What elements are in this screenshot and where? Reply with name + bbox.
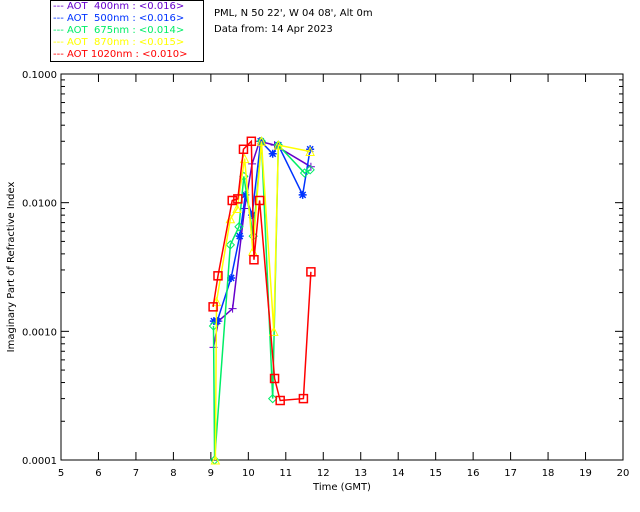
x-tick-label: 14 xyxy=(392,468,405,479)
x-tick-label: 16 xyxy=(467,468,480,479)
legend-entry: --- AOT 1020nm : <0.010> xyxy=(53,49,188,60)
series-line xyxy=(212,141,311,461)
x-tick-label: 20 xyxy=(617,468,630,479)
x-tick-label: 6 xyxy=(95,468,101,479)
legend-entry: --- AOT 675nm : <0.014> xyxy=(53,25,185,36)
x-tick-label: 9 xyxy=(208,468,214,479)
y-tick-label: 0.1000 xyxy=(22,70,57,81)
legend-entry: --- AOT 500nm : <0.016> xyxy=(53,13,185,24)
x-tick-label: 10 xyxy=(242,468,255,479)
site-info: PML, N 50 22', W 04 08', Alt 0m Data fro… xyxy=(214,6,373,38)
x-tick-label: 15 xyxy=(429,468,442,479)
chart: 5 6 7 8 9 10 11 12 13 14 15 16 17 18 19 20 0.1000 0.0100 0… xyxy=(0,0,640,512)
site-label: PML, N 50 22', W 04 08', Alt 0m xyxy=(214,8,373,19)
x-tick-label: 17 xyxy=(504,468,517,479)
series-line xyxy=(214,141,311,461)
y-tick-label: 0.0010 xyxy=(22,327,57,338)
legend-entry: --- AOT 870nm : <0.015> xyxy=(53,37,185,48)
data-point-asterisk xyxy=(213,317,222,326)
x-tick-label: 11 xyxy=(279,468,292,479)
plot-frame xyxy=(60,73,624,461)
y-tick-label: 0.0100 xyxy=(22,199,57,210)
x-tick-label: 19 xyxy=(579,468,592,479)
data-point-asterisk xyxy=(298,190,307,199)
x-tick-label: 5 xyxy=(58,468,64,479)
data-point-asterisk xyxy=(235,232,244,241)
plot-area: 5 6 7 8 9 10 11 12 13 14 15 16 17 18 19 20 0.1000 0.0100 0… xyxy=(6,70,630,493)
x-axis-label: Time (GMT) xyxy=(312,482,371,493)
x-tick-label: 8 xyxy=(170,468,176,479)
y-tick-label: 0.0001 xyxy=(22,456,57,467)
data-point-asterisk xyxy=(268,149,277,158)
x-tick-label: 13 xyxy=(354,468,367,479)
x-tick-label: 18 xyxy=(542,468,555,479)
x-tick-label: 12 xyxy=(317,468,330,479)
legend: --- AOT 400nm : <0.016> --- AOT 500nm : <… xyxy=(50,0,204,62)
y-axis-label: Imaginary Part of Refractive Index xyxy=(6,182,17,353)
date-label: Data from: 14 Apr 2023 xyxy=(214,24,333,35)
x-tick-label: 7 xyxy=(133,468,139,479)
legend-entry: --- AOT 400nm : <0.016> xyxy=(53,1,185,12)
